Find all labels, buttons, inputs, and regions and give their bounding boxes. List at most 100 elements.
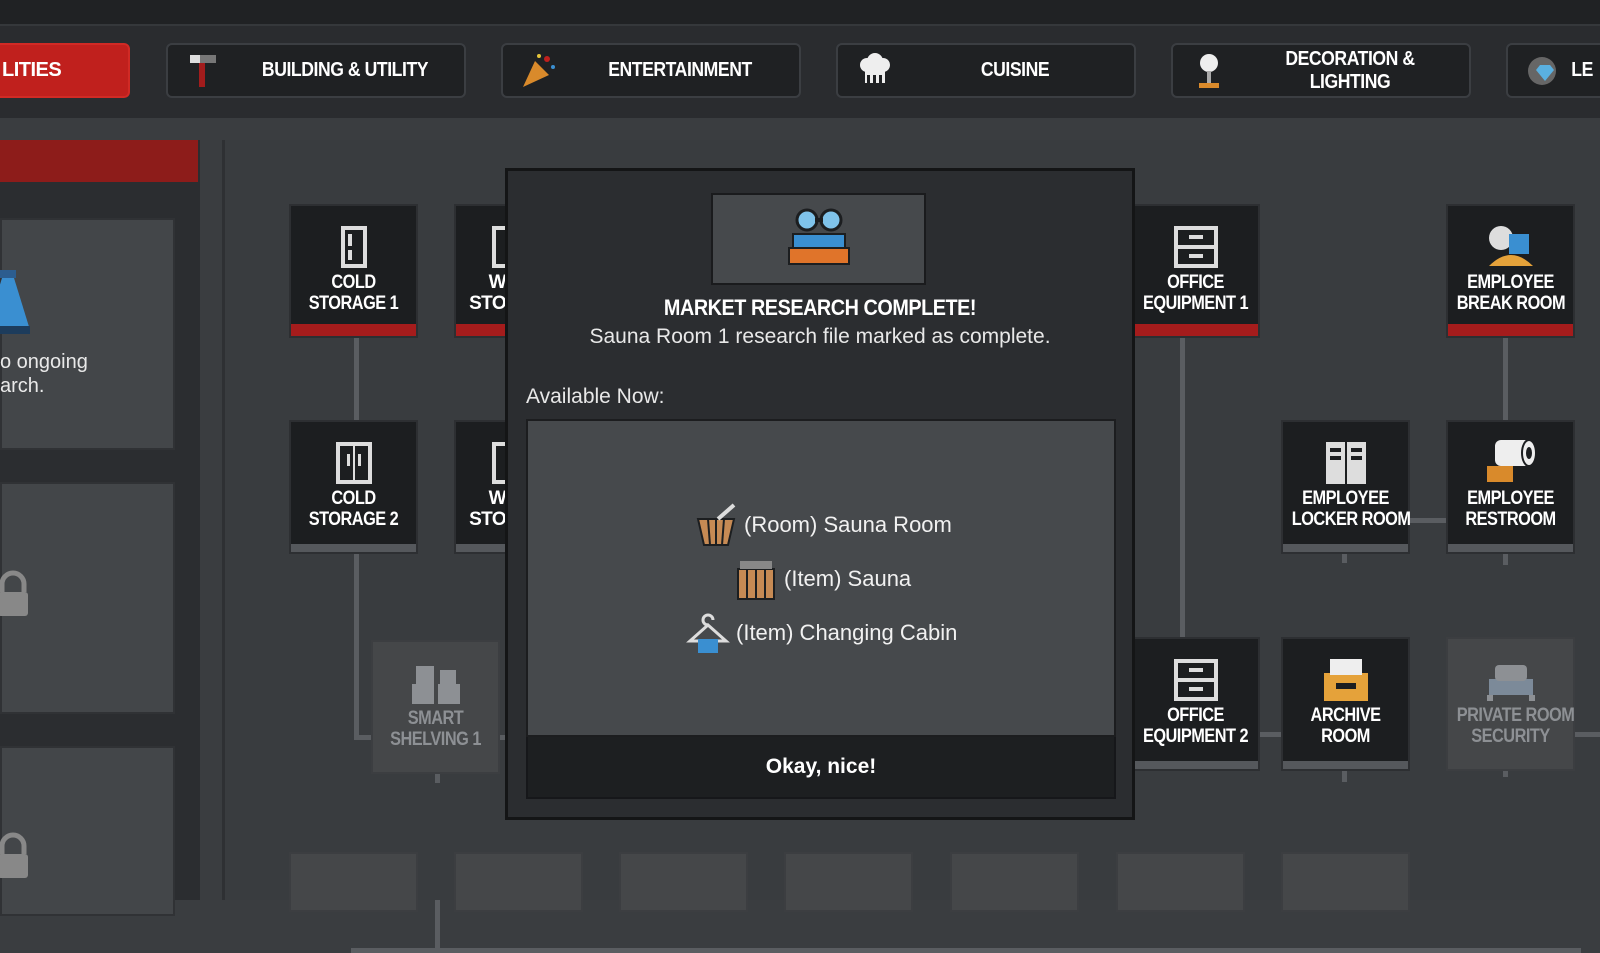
- side-panel-header: [0, 140, 198, 182]
- item-label: (Item) Changing Cabin: [736, 620, 958, 645]
- tab-decoration-lighting[interactable]: DECORATION & LIGHTING: [1171, 43, 1471, 98]
- party-popper-icon: [517, 49, 561, 93]
- fridge-icon: [291, 206, 416, 270]
- tree-connector: [354, 550, 359, 740]
- market-research-icon: [787, 206, 851, 273]
- node-label: EMPLOYEE LOCKER ROOM: [1291, 488, 1411, 530]
- padlock-icon: [0, 570, 32, 625]
- top-strip: [0, 0, 1600, 26]
- dialog-title: MARKET RESEARCH COMPLETE!: [663, 295, 977, 320]
- market-research-icon-frame: [711, 193, 926, 285]
- sauna-icon: [734, 557, 778, 601]
- fridge-icon: [456, 422, 508, 486]
- list-item: (Item) Sauna: [734, 557, 911, 601]
- node-label: COLD STORAGE 2: [308, 488, 399, 530]
- tab-label: CUISINE: [980, 59, 1050, 81]
- tree-node-locked[interactable]: [454, 852, 583, 912]
- archive-box-icon: [1283, 639, 1408, 703]
- tab-building-utility[interactable]: BUILDING & UTILITY: [166, 43, 466, 98]
- filing-cabinet-icon: [1133, 206, 1258, 270]
- tree-node-archive-room[interactable]: ARCHIVE ROOM: [1281, 637, 1410, 771]
- okay-nice-button[interactable]: Okay, nice!: [526, 737, 1116, 799]
- item-label: (Item) Sauna: [784, 566, 912, 591]
- tree-connector: [435, 900, 440, 950]
- tree-node-locked[interactable]: [1116, 852, 1245, 912]
- node-label: EMPLOYEE BREAK ROOM: [1456, 272, 1566, 314]
- tab-label: LITIES: [2, 59, 62, 81]
- tab-label: LE: [1571, 59, 1593, 81]
- unlocked-items-list: (Room) Sauna Room (Item) Sauna (Item) Ch…: [526, 419, 1116, 737]
- tree-node-cold-storage-2[interactable]: COLD STORAGE 2: [289, 420, 418, 554]
- tab-label: DECORATION & LIGHTING: [1285, 47, 1415, 93]
- locker-icon: [1283, 422, 1408, 486]
- tree-node-locked[interactable]: [784, 852, 913, 912]
- tree-node-locked[interactable]: [619, 852, 748, 912]
- item-label: (Room) Sauna Room: [744, 512, 952, 537]
- filing-cabinet-icon: [1133, 639, 1258, 703]
- tree-node-locked[interactable]: [950, 852, 1079, 912]
- tree-node-employee-locker-room[interactable]: EMPLOYEE LOCKER ROOM: [1281, 420, 1411, 554]
- node-progress-bar: [1283, 761, 1408, 769]
- tab-label: ENTERTAINMENT: [608, 59, 752, 81]
- tree-node-private-room-security[interactable]: PRIVATE ROOM SECURITY: [1446, 637, 1575, 771]
- tree-node-smart-shelving-1[interactable]: SMART SHELVING 1: [371, 640, 500, 774]
- dialog-subtitle: Sauna Room 1 research file marked as com…: [589, 325, 1051, 348]
- node-label: OFFICE EQUIPMENT 2: [1142, 705, 1249, 747]
- security-bed-icon: [1448, 639, 1573, 703]
- node-progress-bar: [456, 544, 508, 552]
- node-progress-bar: [456, 324, 508, 336]
- toilet-paper-icon: [1448, 422, 1573, 486]
- research-complete-dialog: MARKET RESEARCH COMPLETE! Sauna Room 1 r…: [505, 168, 1135, 820]
- node-label: OFFICE EQUIPMENT 1: [1142, 272, 1249, 314]
- tree-node-cold-storage-1[interactable]: COLD STORAGE 1: [289, 204, 418, 338]
- lamp-icon: [1187, 49, 1231, 93]
- node-label: COLD STORAGE 1: [308, 272, 399, 314]
- category-tab-bar: LITIES BUILDING & UTILITY ENTERTAINMENT …: [0, 0, 1600, 118]
- node-progress-bar: [1283, 544, 1408, 552]
- tab-entertainment[interactable]: ENTERTAINMENT: [501, 43, 801, 98]
- sauna-bucket-icon: [694, 503, 738, 547]
- node-label: SMART SHELVING 1: [390, 708, 481, 750]
- research-slot-active[interactable]: [0, 218, 175, 450]
- list-item: (Room) Sauna Room: [694, 503, 952, 547]
- node-progress-bar: [1448, 544, 1573, 552]
- tree-node-locked[interactable]: [289, 852, 418, 912]
- fridge-icon: [456, 206, 508, 270]
- node-progress-bar: [1448, 324, 1573, 336]
- hammer-icon: [182, 49, 226, 93]
- padlock-icon: [0, 832, 32, 887]
- node-progress-bar: [1133, 324, 1258, 336]
- node-label: W STO: [469, 272, 507, 314]
- research-status-text: o ongoing arch.: [0, 351, 88, 397]
- research-slot-locked: [0, 482, 175, 714]
- coffee-break-icon: [1448, 206, 1573, 270]
- research-slot-locked: [0, 746, 175, 916]
- node-progress-bar: [291, 324, 416, 336]
- tree-node-locked[interactable]: [1281, 852, 1410, 912]
- tab-cuisine[interactable]: CUISINE: [836, 43, 1136, 98]
- tree-connector: [351, 948, 1581, 953]
- tree-node-employee-break-room[interactable]: EMPLOYEE BREAK ROOM: [1446, 204, 1575, 338]
- chef-hat-icon: [852, 49, 896, 93]
- tree-node-partial[interactable]: W STO: [454, 420, 510, 554]
- tab-partial[interactable]: LE: [1506, 43, 1600, 98]
- diamond-head-icon: [1522, 49, 1566, 93]
- tab-label: BUILDING & UTILITY: [261, 59, 429, 81]
- available-now-label: Available Now:: [526, 385, 665, 408]
- list-item: (Item) Changing Cabin: [686, 611, 957, 655]
- double-fridge-icon: [291, 422, 416, 486]
- node-progress-bar: [1133, 761, 1258, 769]
- tree-node-office-equipment-2[interactable]: OFFICE EQUIPMENT 2: [1131, 637, 1260, 771]
- hanger-icon: [686, 611, 730, 655]
- flask-icon: [0, 270, 36, 345]
- tab-utilities[interactable]: LITIES: [0, 43, 130, 98]
- node-label: PRIVATE ROOM SECURITY: [1456, 705, 1575, 747]
- node-label: EMPLOYEE RESTROOM: [1465, 488, 1556, 530]
- node-label: ARCHIVE ROOM: [1310, 705, 1381, 747]
- node-label: W STO: [469, 488, 507, 530]
- boxes-icon: [373, 642, 498, 706]
- node-progress-bar: [291, 544, 416, 552]
- tree-node-partial[interactable]: W STO: [454, 204, 510, 338]
- tree-node-employee-restroom[interactable]: EMPLOYEE RESTROOM: [1446, 420, 1575, 554]
- tree-node-office-equipment-1[interactable]: OFFICE EQUIPMENT 1: [1131, 204, 1260, 338]
